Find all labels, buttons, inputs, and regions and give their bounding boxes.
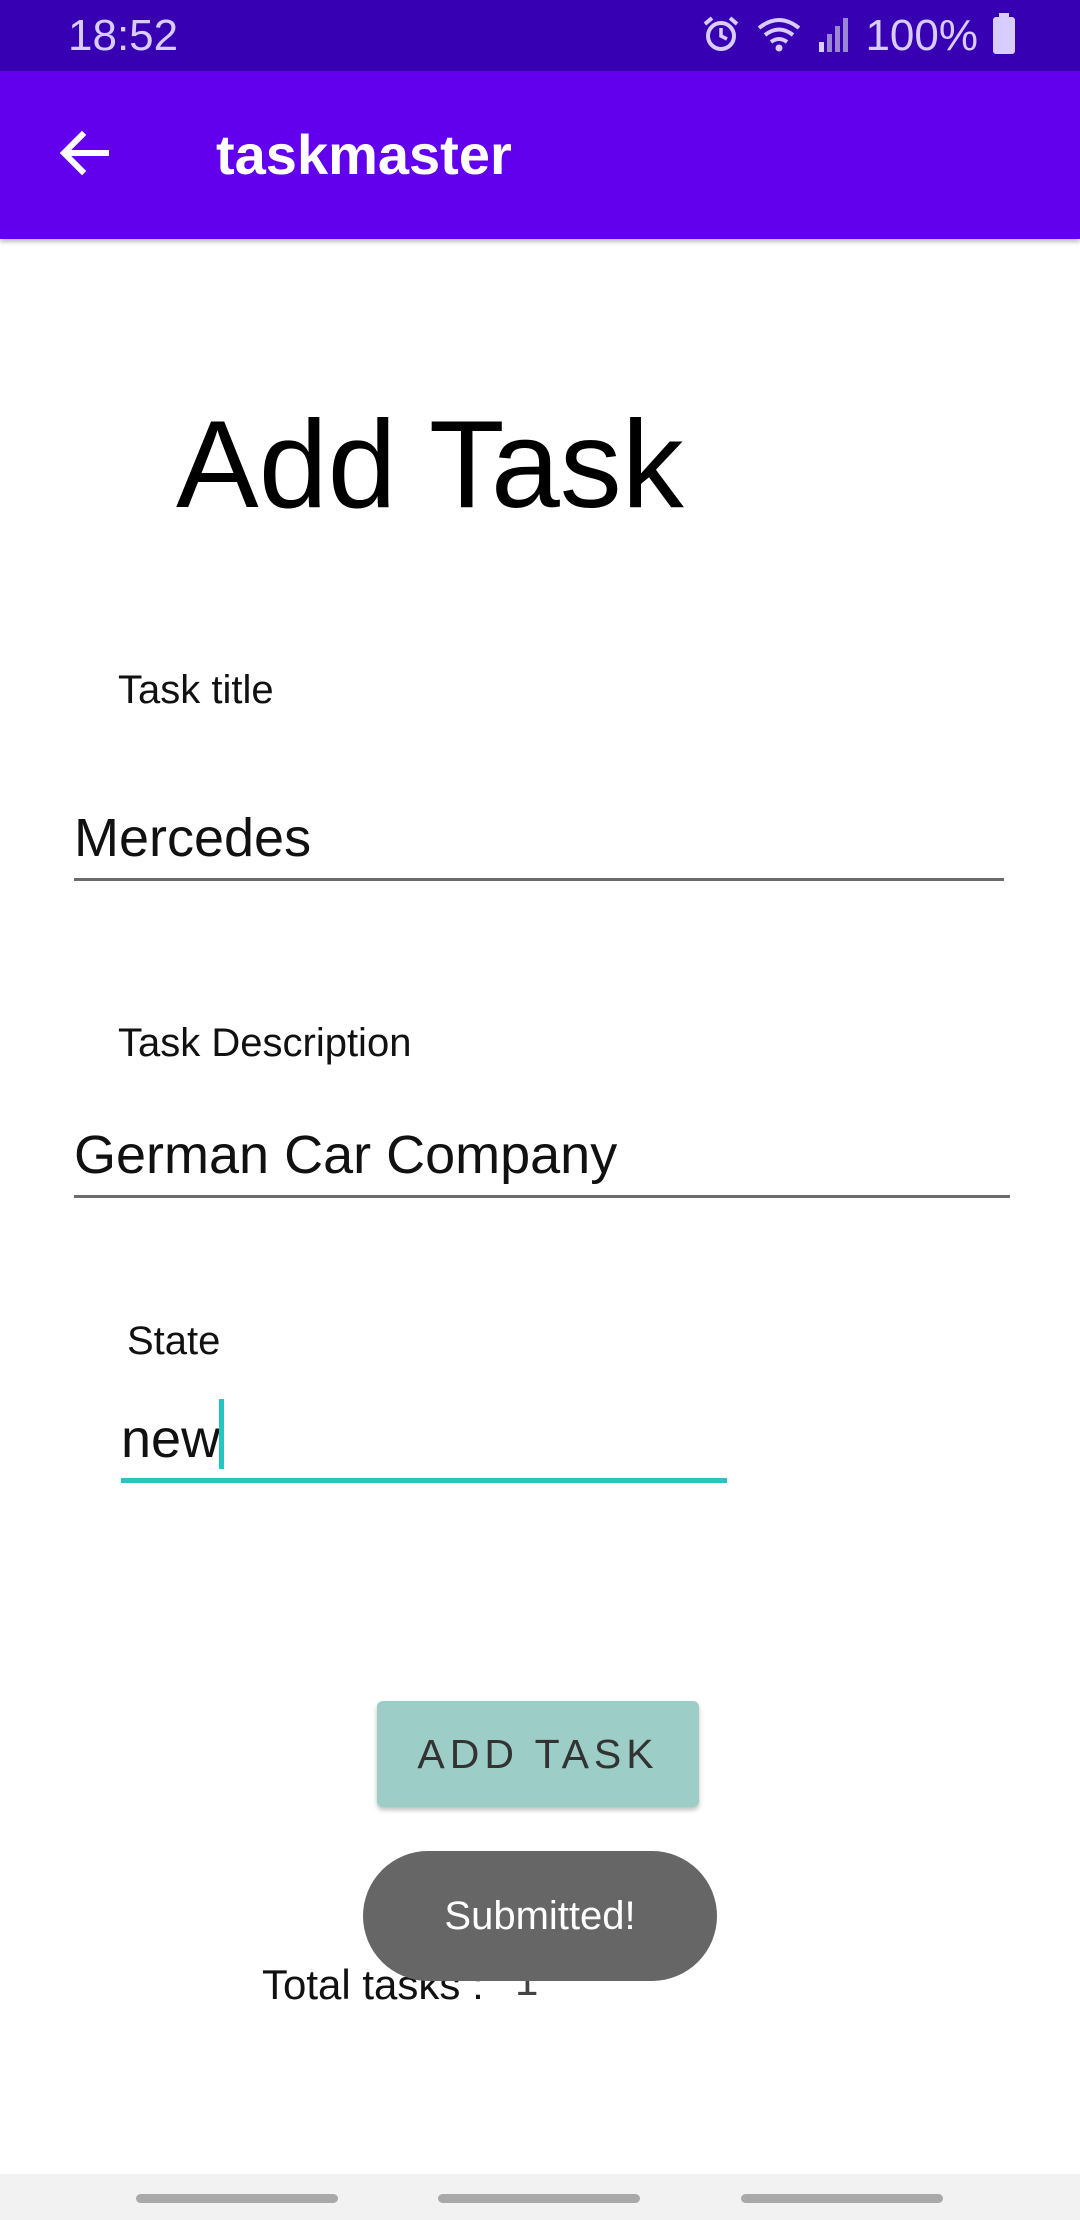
arrow-left-icon: [56, 125, 112, 186]
toast-message: Submitted!: [363, 1851, 717, 1981]
battery-percent: 100%: [865, 11, 978, 60]
app-bar: taskmaster: [0, 71, 1080, 239]
add-task-button[interactable]: ADD TASK: [377, 1701, 699, 1807]
text-caret: [219, 1399, 224, 1469]
state-input[interactable]: [121, 1400, 727, 1483]
nav-recents-handle[interactable]: [136, 2194, 338, 2203]
signal-icon: [817, 14, 851, 59]
navigation-bar: [0, 2174, 1080, 2220]
task-description-label: Task Description: [118, 1021, 412, 1065]
app-title: taskmaster: [216, 123, 512, 186]
task-title-input[interactable]: [74, 798, 1004, 881]
back-button[interactable]: [40, 111, 128, 199]
task-title-label: Task title: [118, 668, 274, 712]
page-heading: Add Task: [176, 396, 684, 534]
nav-back-handle[interactable]: [741, 2194, 943, 2203]
wifi-icon: [755, 14, 803, 59]
state-label: State: [127, 1319, 221, 1363]
task-description-input[interactable]: [74, 1115, 1010, 1198]
alarm-icon: [701, 14, 741, 59]
status-bar: 18:52 100%: [0, 0, 1080, 71]
status-icons: 100%: [701, 10, 1016, 62]
status-time: 18:52: [68, 11, 179, 60]
nav-home-handle[interactable]: [438, 2194, 640, 2203]
battery-icon: [992, 12, 1016, 60]
